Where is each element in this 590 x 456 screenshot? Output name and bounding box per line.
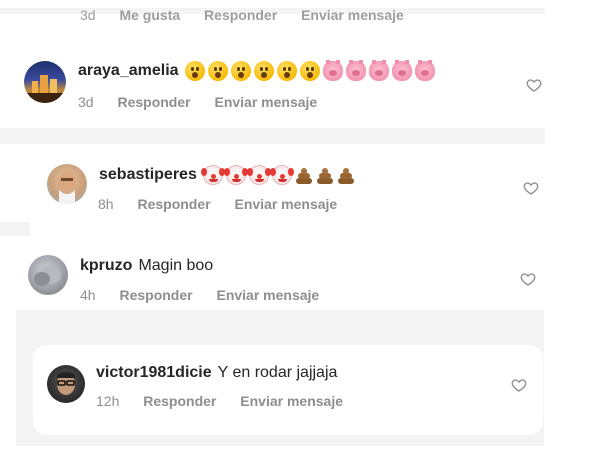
- clown-face-icon: [269, 165, 292, 185]
- avatar-image: [58, 171, 76, 204]
- avatar[interactable]: [24, 61, 66, 103]
- comment-text: Y en rodar jajjaja: [217, 364, 338, 381]
- clown-face-icon: [200, 165, 223, 185]
- pile-of-poo-icon: [337, 166, 355, 184]
- reply-link[interactable]: Responder: [143, 393, 216, 409]
- top-comment-meta: 3d Me gusta Responder Enviar mensaje: [80, 6, 424, 24]
- comment-line: victor1981dicie Y en rodar jajjaja: [96, 363, 337, 383]
- top-clip: [0, 0, 590, 8]
- hushed-face-icon: [207, 61, 228, 81]
- heart-outline-icon[interactable]: [526, 77, 542, 93]
- pile-of-poo-icon: [295, 166, 313, 184]
- separator-strip: [0, 222, 30, 236]
- pig-face-icon: [345, 60, 366, 81]
- reply-link[interactable]: Responder: [117, 94, 190, 110]
- comment-meta: 12h Responder Enviar mensaje: [96, 392, 363, 410]
- comment-time: 4h: [80, 287, 96, 303]
- comment-meta: 8h Responder Enviar mensaje: [98, 195, 357, 213]
- avatar[interactable]: [47, 164, 87, 204]
- send-message-link[interactable]: Enviar mensaje: [240, 393, 343, 409]
- username-link[interactable]: araya_amelia: [78, 61, 179, 81]
- send-message-link[interactable]: Enviar mensaje: [214, 94, 317, 110]
- comment-meta: 4h Responder Enviar mensaje: [80, 286, 339, 304]
- avatar[interactable]: [28, 255, 68, 295]
- hushed-face-icon: [299, 61, 320, 81]
- comment-time: 12h: [96, 393, 120, 409]
- avatar[interactable]: [47, 365, 85, 403]
- pile-of-poo-icon: [316, 166, 334, 184]
- heart-outline-icon[interactable]: [511, 377, 527, 393]
- like-link[interactable]: Me gusta: [119, 7, 180, 23]
- pig-face-icon: [368, 60, 389, 81]
- send-message-link[interactable]: Enviar mensaje: [234, 196, 337, 212]
- separator-strip: [0, 128, 545, 144]
- hushed-face-icon: [253, 61, 274, 81]
- comment-meta: 3d Responder Enviar mensaje: [78, 93, 337, 111]
- avatar-image: [57, 372, 75, 395]
- comment-emojis: [200, 165, 355, 185]
- comment-time: 8h: [98, 196, 114, 212]
- comment-emojis: [184, 60, 435, 81]
- heart-outline-icon[interactable]: [523, 180, 539, 196]
- reply-link[interactable]: Responder: [204, 7, 277, 23]
- username-link[interactable]: sebastiperes: [99, 165, 197, 185]
- avatar-image: [34, 266, 61, 286]
- comment-text: Magin boo: [138, 257, 214, 274]
- comment-line: kpruzo Magin boo: [80, 256, 213, 276]
- comment-line: sebastiperes: [99, 165, 355, 185]
- send-message-link[interactable]: Enviar mensaje: [301, 7, 404, 23]
- reply-link[interactable]: Responder: [137, 196, 210, 212]
- hushed-face-icon: [276, 61, 297, 81]
- avatar-image: [24, 75, 66, 103]
- hushed-face-icon: [230, 61, 251, 81]
- username-link[interactable]: kpruzo: [80, 256, 132, 276]
- hushed-face-icon: [184, 61, 205, 81]
- send-message-link[interactable]: Enviar mensaje: [216, 287, 319, 303]
- clown-face-icon: [223, 165, 246, 185]
- comment-time: 3d: [78, 94, 94, 110]
- reply-link[interactable]: Responder: [119, 287, 192, 303]
- username-link[interactable]: victor1981dicie: [96, 363, 212, 383]
- clown-face-icon: [246, 165, 269, 185]
- comment-line: araya_amelia: [78, 60, 435, 81]
- heart-outline-icon[interactable]: [520, 271, 536, 287]
- pig-face-icon: [391, 60, 412, 81]
- pig-face-icon: [322, 60, 343, 81]
- comment-time: 3d: [80, 7, 96, 23]
- pig-face-icon: [414, 60, 435, 81]
- reply-card: victor1981dicie Y en rodar jajjaja 12h R…: [33, 345, 543, 435]
